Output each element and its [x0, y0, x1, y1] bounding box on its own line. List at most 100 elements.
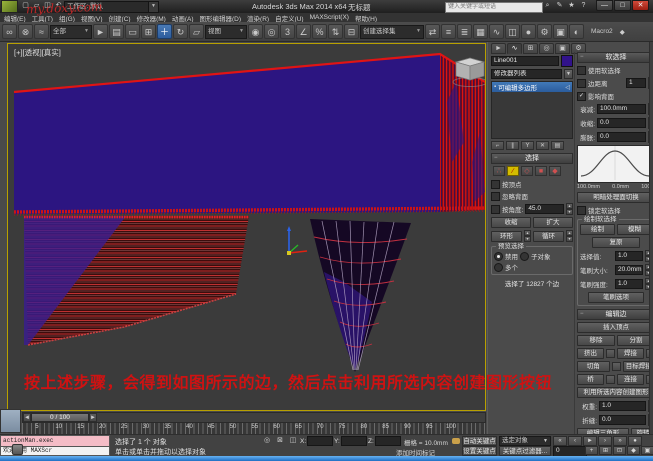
isolate-selection-icon[interactable]: ◎	[262, 436, 272, 446]
spinner-snap-icon[interactable]: ⇅	[328, 24, 343, 39]
rollout-edit-edges[interactable]: − 编辑边	[577, 309, 653, 320]
search-icon[interactable]: ⌕	[543, 1, 552, 11]
maximize-button[interactable]: □	[614, 0, 631, 11]
menu-item[interactable]: 修改器(M)	[137, 13, 166, 23]
object-name-field[interactable]: Line001	[491, 56, 559, 66]
play-icon[interactable]: ►	[583, 436, 597, 446]
time-slider-handle[interactable]: 0 / 100	[31, 413, 89, 422]
falloff-field[interactable]: 100.0mm	[597, 104, 646, 114]
weld-button[interactable]: 焊接	[617, 348, 644, 359]
hand-icon[interactable]: ◆	[620, 28, 625, 36]
edge-distance-field[interactable]: 1	[626, 78, 646, 88]
use-pivot-center-icon[interactable]: ◉	[248, 24, 263, 39]
split-button[interactable]: 分割	[617, 335, 653, 346]
unlink-selection-icon[interactable]: ⊗	[18, 24, 33, 39]
window-crossing-icon[interactable]: ⊞	[141, 24, 156, 39]
menu-item[interactable]: 渲染(R)	[247, 13, 269, 23]
maximize-viewport-icon[interactable]: ▣	[641, 446, 653, 455]
angle-snap-icon[interactable]: ∠	[296, 24, 311, 39]
blur-button[interactable]: 模糊	[617, 224, 652, 235]
mini-curve-editor-button[interactable]	[0, 409, 21, 433]
menu-item[interactable]: 自定义(U)	[275, 13, 304, 23]
edge-distance-checkbox[interactable]	[577, 79, 586, 88]
loop-button[interactable]: 循环	[533, 231, 564, 242]
menu-item[interactable]: 图形编辑器(D)	[200, 13, 242, 23]
brush-size-field[interactable]: 20.0mm	[615, 265, 643, 275]
show-end-result-icon[interactable]: ∥	[506, 141, 519, 150]
previous-frame-icon[interactable]: ‹	[568, 436, 582, 446]
select-and-rotate-icon[interactable]: ↻	[173, 24, 188, 39]
create-shape-from-selection-button[interactable]: 利用所选内容创建图形	[577, 387, 653, 398]
set-key-button[interactable]: 设置关键点	[462, 446, 497, 456]
select-and-link-icon[interactable]: ∞	[2, 24, 17, 39]
preview-multi-radio[interactable]	[494, 263, 503, 272]
rollout-selection[interactable]: − 选择	[491, 153, 573, 164]
make-unique-icon[interactable]: Y	[521, 141, 534, 150]
pan-icon[interactable]: ◆	[627, 446, 640, 455]
rollout-soft-selection[interactable]: − 软选择	[577, 52, 653, 63]
modifier-stack[interactable]: ▪ 可编辑多边形 ◁	[491, 81, 573, 139]
render-production-icon[interactable]: ◐	[569, 24, 584, 39]
paint-button[interactable]: 绘制	[580, 224, 615, 235]
rendered-frame-window-icon[interactable]: ▣	[553, 24, 568, 39]
menu-item[interactable]: 动画(A)	[172, 13, 194, 23]
x-coordinate-field[interactable]	[307, 436, 333, 446]
insert-vertex-button[interactable]: 插入顶点	[577, 322, 653, 333]
viewport-3d-scene[interactable]	[8, 44, 485, 410]
pinch-field[interactable]: 0.0	[597, 118, 646, 128]
percent-snap-icon[interactable]: %	[312, 24, 327, 39]
modifier-visibility-icon[interactable]: ◁	[565, 84, 570, 91]
crease-field[interactable]: 0.0	[599, 415, 646, 425]
minimize-button[interactable]: —	[596, 0, 613, 11]
time-slider-next-icon[interactable]: ►	[89, 413, 97, 422]
connect-button[interactable]: 连接	[617, 374, 644, 385]
help-icon[interactable]: ?	[579, 1, 588, 11]
menu-item[interactable]: 创建(C)	[109, 13, 131, 23]
go-to-end-icon[interactable]: »	[613, 436, 627, 446]
key-mode-toggle-icon[interactable]: ●	[628, 436, 642, 446]
modifier-list-arrow-icon[interactable]: ▼	[564, 69, 573, 79]
revert-button[interactable]: 复原	[592, 237, 640, 248]
by-vertex-checkbox[interactable]	[491, 180, 500, 189]
use-soft-selection-checkbox[interactable]	[577, 66, 586, 75]
brush-options-button[interactable]: 笔刷选项	[588, 292, 644, 303]
command-panel-scrollbar[interactable]	[649, 42, 653, 446]
extrude-settings-button[interactable]	[606, 349, 615, 358]
zoom-extents-icon[interactable]: ⊡	[613, 446, 626, 455]
grow-button[interactable]: 扩大	[533, 217, 573, 228]
auto-key-button[interactable]: 自动关键点	[462, 436, 497, 446]
shaded-face-toggle-button[interactable]: 明暗处理面切换	[577, 192, 653, 203]
favorites-icon[interactable]: ★	[567, 1, 576, 11]
bridge-button[interactable]: 桥	[577, 374, 604, 385]
selected-filter-dropdown[interactable]: 选定对象 ▼	[499, 436, 551, 446]
chamfer-settings-button[interactable]	[612, 362, 621, 371]
named-selection-sets-dropdown[interactable]: ▼ 创建选择集	[360, 25, 424, 39]
menu-item[interactable]: 编辑(E)	[4, 13, 26, 23]
lock-soft-selection-checkbox[interactable]	[577, 206, 586, 215]
material-editor-icon[interactable]: ●	[521, 24, 536, 39]
loop-spinner[interactable]: ▴▾	[566, 230, 573, 242]
bridge-settings-button[interactable]	[606, 375, 615, 384]
selection-lock-icon[interactable]: ⊠	[275, 436, 285, 446]
workspace-dropdown-arrow-icon[interactable]: ▼	[148, 1, 159, 13]
tab-modify[interactable]: ∿	[507, 43, 522, 54]
zoom-all-icon[interactable]: ⊞	[599, 446, 612, 455]
search-input[interactable]: 键入关键字或短语	[445, 2, 543, 13]
chamfer-button[interactable]: 切角	[577, 361, 610, 372]
viewport-bottom-left-button[interactable]	[12, 444, 23, 455]
modifier-stack-item-label[interactable]: 可编辑多边形	[498, 82, 563, 92]
by-angle-spinner[interactable]: ▴▾	[566, 203, 573, 215]
by-angle-checkbox[interactable]	[491, 205, 500, 214]
preview-subobj-radio[interactable]	[520, 252, 529, 261]
curve-editor-icon[interactable]: ∿	[489, 24, 504, 39]
selection-value-field[interactable]: 1.0	[615, 251, 643, 261]
rectangular-selection-region-icon[interactable]: ▭	[125, 24, 140, 39]
tab-hierarchy[interactable]: ⊞	[523, 43, 538, 54]
layer-manager-icon[interactable]: ≣	[457, 24, 472, 39]
tab-motion[interactable]: ◎	[539, 43, 554, 54]
key-filters-button[interactable]: 关键点过滤器...	[499, 446, 551, 456]
shrink-button[interactable]: 收缩	[491, 217, 531, 228]
edit-named-selection-sets-icon[interactable]: ⊟	[344, 24, 359, 39]
configure-modifier-sets-icon[interactable]: ▤	[551, 141, 564, 150]
remove-modifier-icon[interactable]: ✕	[536, 141, 549, 150]
